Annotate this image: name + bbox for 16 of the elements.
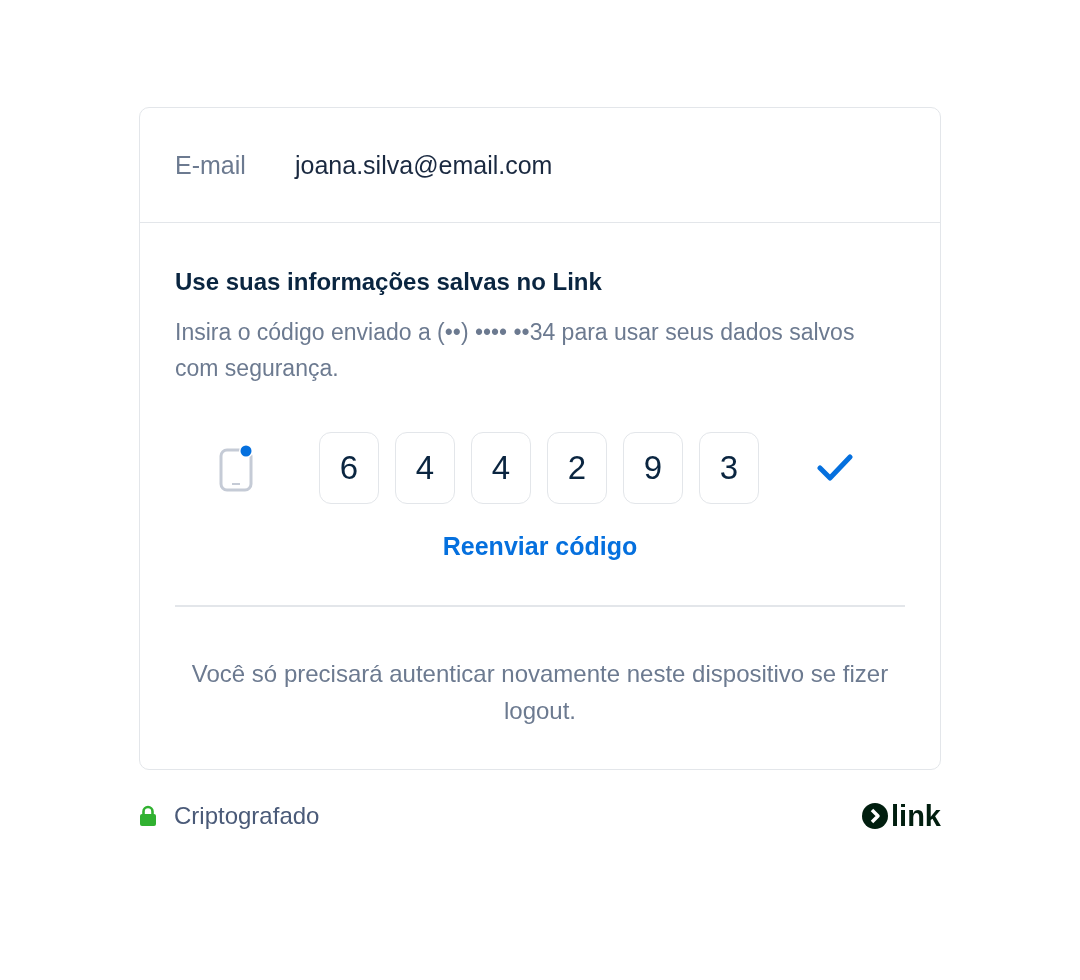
code-digit-field[interactable]: 6 xyxy=(319,432,379,504)
email-value: joana.silva@email.com xyxy=(295,150,553,180)
chevron-circle-icon xyxy=(862,803,889,829)
security-label: Criptografado xyxy=(174,802,320,830)
brand-name: link xyxy=(891,799,941,833)
code-digit-field[interactable]: 2 xyxy=(547,432,607,504)
code-digit-field[interactable]: 9 xyxy=(623,432,683,504)
lock-icon xyxy=(139,805,157,827)
resend-code-link[interactable]: Reenviar código xyxy=(442,532,638,561)
code-digit-field[interactable]: 4 xyxy=(471,432,531,504)
note-text: Você só precisará autenticar novamente neste dispositivo se fizer logout. xyxy=(190,658,890,726)
section-title: Use suas informações salvas no Link xyxy=(175,268,603,296)
code-digit-field[interactable]: 3 xyxy=(699,432,759,504)
description-text: Insira o código enviado a (••) •••• ••34 para usar seus dados salvos com segurança. xyxy=(175,318,856,383)
email-label: E-mail xyxy=(175,150,247,180)
code-digit-field[interactable]: 4 xyxy=(395,432,455,504)
